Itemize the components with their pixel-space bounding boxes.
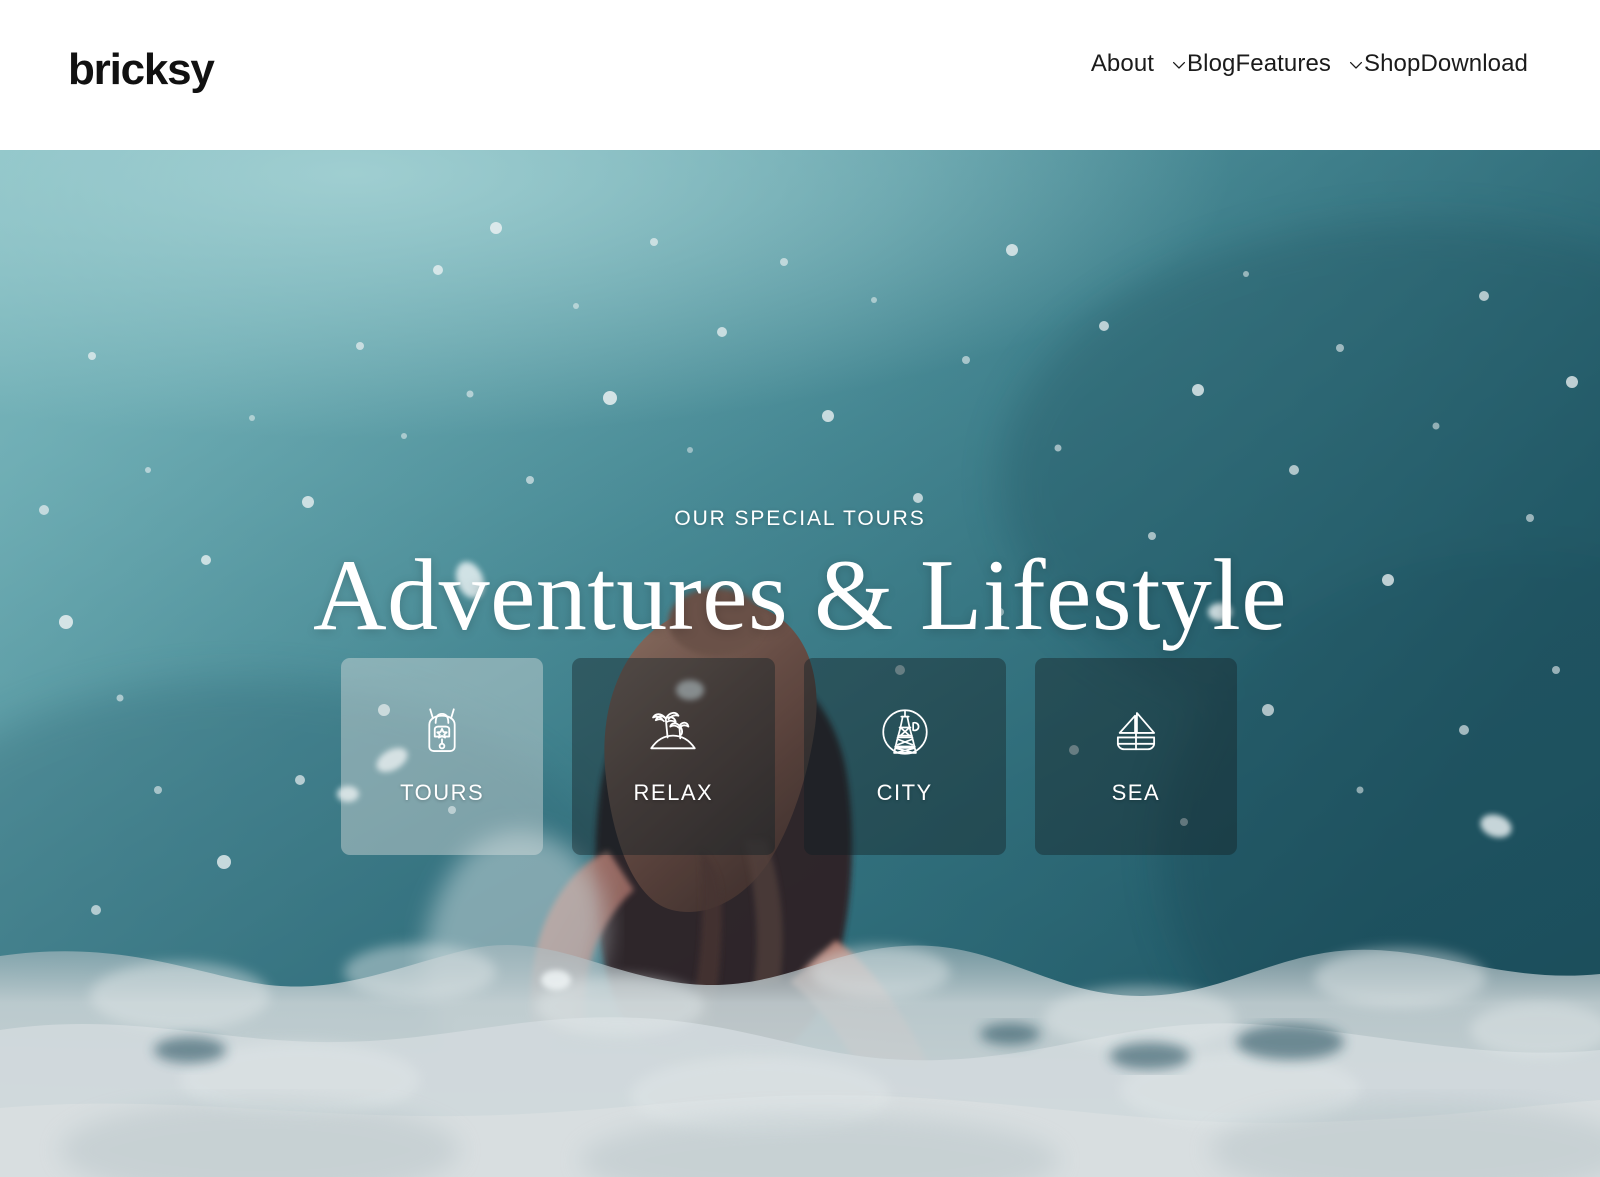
category-card-list: TOURS RELAX CITY SEA — [341, 658, 1237, 855]
hero-section: OUR SPECIAL TOURS Adventures & Lifestyle — [0, 150, 1600, 1177]
sailboat-icon — [1104, 700, 1168, 764]
nav-item-download-label: Download — [1420, 50, 1528, 77]
nav-item-shop[interactable]: Shop — [1364, 52, 1420, 76]
page-root: bricksy About Blog Features Shop Downloa… — [0, 0, 1600, 1177]
nav-item-about-label: About — [1090, 50, 1155, 77]
category-card-sea[interactable]: SEA — [1034, 658, 1237, 855]
nav-item-features-label: Features — [1235, 50, 1331, 77]
hero-eyebrow: OUR SPECIAL TOURS — [674, 507, 926, 530]
nav-item-about[interactable]: About — [1091, 52, 1187, 76]
category-card-city-label: CITY — [876, 780, 933, 805]
category-card-city[interactable]: CITY — [803, 658, 1006, 855]
hero-headline: Adventures & Lifestyle — [312, 539, 1288, 652]
category-card-relax-label: RELAX — [633, 780, 714, 805]
chevron-down-icon[interactable] — [1348, 57, 1364, 73]
eiffel-tower-icon — [873, 700, 937, 764]
nav-item-download[interactable]: Download — [1420, 52, 1528, 76]
category-card-tours[interactable]: TOURS — [341, 658, 544, 855]
nav-item-features[interactable]: Features — [1235, 52, 1364, 76]
main-navigation: About Blog Features Shop Download — [1091, 52, 1528, 76]
chevron-down-icon[interactable] — [1171, 57, 1187, 73]
nav-item-shop-label: Shop — [1364, 50, 1421, 77]
hero-content: OUR SPECIAL TOURS Adventures & Lifestyle — [0, 150, 1600, 1177]
category-card-sea-label: SEA — [1111, 780, 1161, 805]
nav-item-blog-label: Blog — [1187, 50, 1236, 77]
palm-island-icon — [641, 700, 705, 764]
category-card-tours-label: TOURS — [400, 780, 485, 805]
nav-item-blog[interactable]: Blog — [1187, 52, 1235, 76]
site-header: bricksy About Blog Features Shop Downloa… — [0, 0, 1600, 150]
category-card-relax[interactable]: RELAX — [572, 658, 775, 855]
backpack-icon — [410, 700, 474, 764]
brand-logo[interactable]: bricksy — [68, 48, 215, 92]
